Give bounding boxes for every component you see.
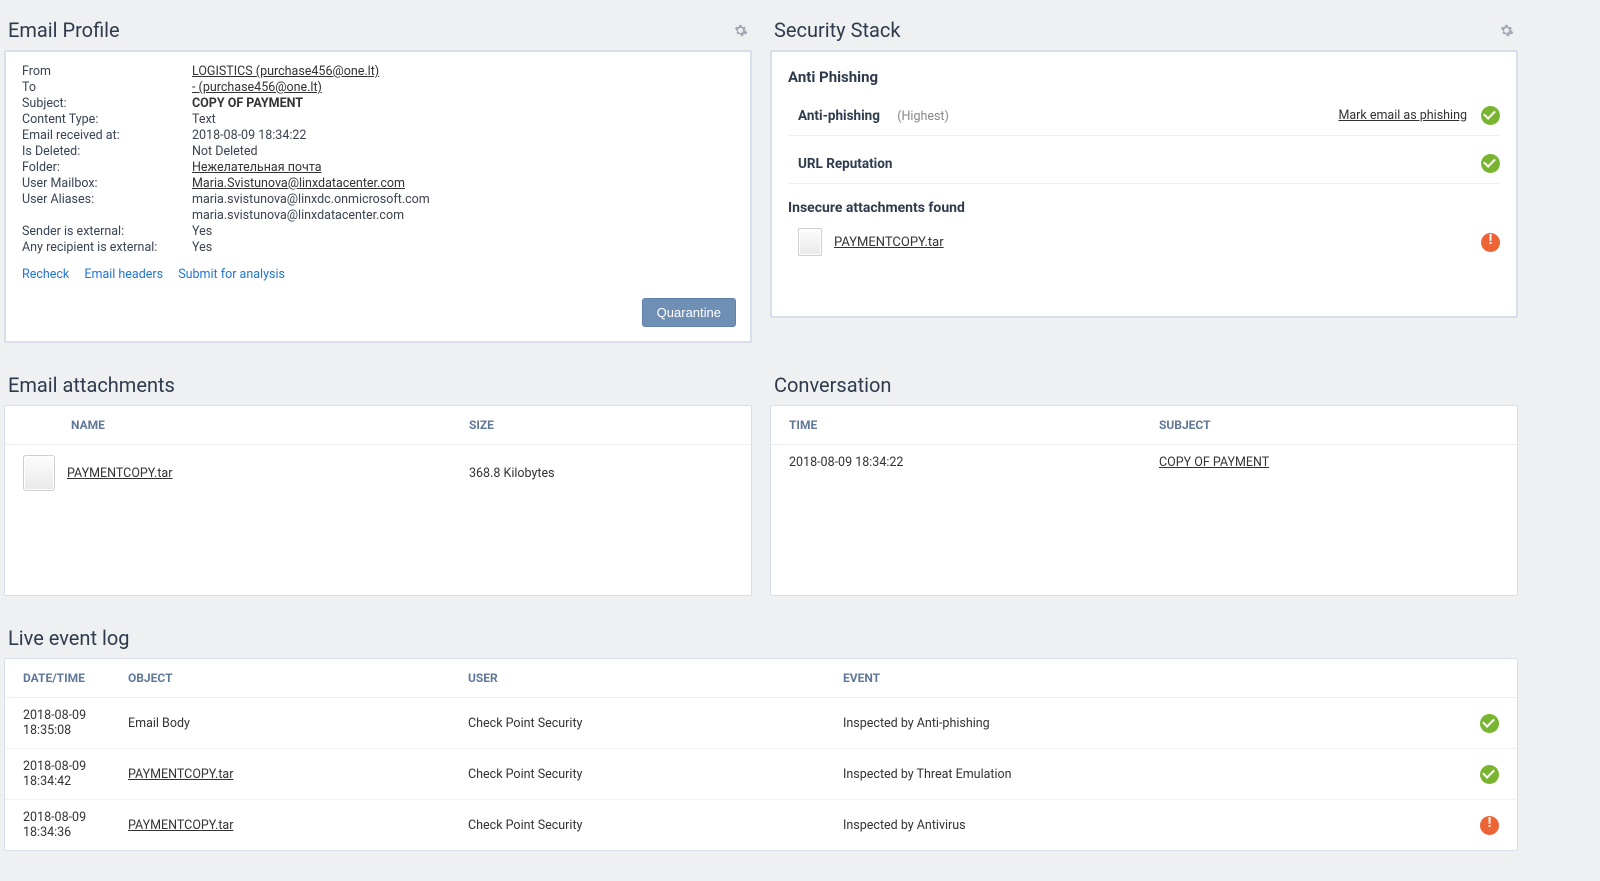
log-header-user: USER	[468, 671, 843, 685]
warning-icon	[1480, 816, 1499, 835]
to-label: To	[22, 80, 192, 95]
antiphishing-heading: Anti Phishing	[788, 68, 1500, 86]
log-header-object: OBJECT	[128, 671, 468, 685]
log-time: 18:34:42	[23, 774, 128, 789]
quarantine-button[interactable]: Quarantine	[642, 298, 736, 327]
log-date: 2018-08-09	[23, 759, 128, 774]
check-icon	[1481, 154, 1500, 173]
recip-ext-label: Any recipient is external:	[22, 240, 192, 255]
log-event: Inspected by Anti-phishing	[843, 716, 1459, 731]
recheck-link[interactable]: Recheck	[22, 267, 69, 282]
mark-phishing-link[interactable]: Mark email as phishing	[1338, 108, 1467, 123]
insecure-file-link[interactable]: PAYMENTCOPY.tar	[834, 235, 944, 250]
conversation-header-time: TIME	[789, 418, 1159, 432]
content-type-value: Text	[192, 112, 734, 127]
section-title-attachments: Email attachments	[8, 373, 175, 397]
file-icon	[23, 455, 55, 491]
log-object-link[interactable]: PAYMENTCOPY.tar	[128, 767, 233, 782]
mailbox-label: User Mailbox:	[22, 176, 192, 191]
email-headers-link[interactable]: Email headers	[84, 267, 163, 282]
section-title-security-stack: Security Stack	[774, 18, 900, 42]
log-date: 2018-08-09	[23, 810, 128, 825]
deleted-label: Is Deleted:	[22, 144, 192, 159]
deleted-value: Not Deleted	[192, 144, 734, 159]
attachments-header-size: SIZE	[469, 418, 733, 432]
subject-label: Subject:	[22, 96, 192, 111]
log-time: 18:34:36	[23, 825, 128, 840]
alias-value-1: maria.svistunova@linxdc.onmicrosoft.com	[192, 192, 734, 207]
received-value: 2018-08-09 18:34:22	[192, 128, 734, 143]
received-label: Email received at:	[22, 128, 192, 143]
security-stack-card: Anti Phishing Anti-phishing (Highest) Ma…	[770, 50, 1518, 318]
log-date: 2018-08-09	[23, 708, 128, 723]
log-row: 2018-08-09 18:34:42 PAYMENTCOPY.tar Chec…	[5, 749, 1517, 800]
alias-value-2: maria.svistunova@linxdatacenter.com	[192, 208, 734, 223]
folder-label: Folder:	[22, 160, 192, 175]
check-icon	[1481, 106, 1500, 125]
to-value[interactable]: - (purchase456@one.lt)	[192, 80, 322, 95]
submit-analysis-link[interactable]: Submit for analysis	[178, 267, 285, 282]
antiphishing-name: Anti-phishing	[798, 108, 880, 124]
check-icon	[1480, 714, 1499, 733]
folder-value[interactable]: Нежелательная почта	[192, 160, 322, 175]
log-header-event: EVENT	[843, 671, 1459, 685]
warning-icon	[1481, 233, 1500, 252]
sender-ext-label: Sender is external:	[22, 224, 192, 239]
log-object-link[interactable]: PAYMENTCOPY.tar	[128, 818, 233, 833]
log-user: Check Point Security	[468, 767, 843, 782]
section-title-event-log: Live event log	[8, 626, 129, 650]
gear-icon[interactable]	[1499, 23, 1514, 38]
alias-label: User Aliases:	[22, 192, 192, 207]
log-time: 18:35:08	[23, 723, 128, 738]
attachment-size: 368.8 Kilobytes	[469, 466, 733, 481]
from-value[interactable]: LOGISTICS (purchase456@one.lt)	[192, 64, 379, 79]
url-reputation-name: URL Reputation	[798, 156, 892, 172]
log-row: 2018-08-09 18:35:08 Email Body Check Poi…	[5, 698, 1517, 749]
section-title-email-profile: Email Profile	[8, 18, 120, 42]
section-title-conversation: Conversation	[774, 373, 891, 397]
conversation-time: 2018-08-09 18:34:22	[789, 455, 1159, 470]
check-icon	[1480, 765, 1499, 784]
gear-icon[interactable]	[733, 23, 748, 38]
attachments-card: NAME SIZE PAYMENTCOPY.tar 368.8 Kilobyte…	[4, 405, 752, 596]
file-icon	[798, 228, 822, 256]
recip-ext-value: Yes	[192, 240, 734, 255]
mailbox-value[interactable]: Maria.Svistunova@linxdatacenter.com	[192, 176, 405, 191]
log-user: Check Point Security	[468, 818, 843, 833]
attachment-name-link[interactable]: PAYMENTCOPY.tar	[67, 466, 172, 481]
log-row: 2018-08-09 18:34:36 PAYMENTCOPY.tar Chec…	[5, 800, 1517, 850]
sender-ext-value: Yes	[192, 224, 734, 239]
log-user: Check Point Security	[468, 716, 843, 731]
log-event: Inspected by Antivirus	[843, 818, 1459, 833]
antiphishing-level: (Highest)	[897, 109, 949, 124]
content-type-label: Content Type:	[22, 112, 192, 127]
from-label: From	[22, 64, 192, 79]
attachments-header-name: NAME	[23, 418, 409, 432]
conversation-row[interactable]: 2018-08-09 18:34:22 COPY OF PAYMENT	[771, 445, 1517, 480]
event-log-card: DATE/TIME OBJECT USER EVENT 2018-08-09 1…	[4, 658, 1518, 851]
conversation-header-subject: SUBJECT	[1159, 418, 1499, 432]
conversation-card: TIME SUBJECT 2018-08-09 18:34:22 COPY OF…	[770, 405, 1518, 596]
insecure-attachments-heading: Insecure attachments found	[788, 200, 1500, 216]
log-object: Email Body	[128, 716, 468, 731]
subject-value: COPY OF PAYMENT	[192, 96, 734, 111]
log-header-datetime: DATE/TIME	[23, 671, 128, 685]
email-profile-card: From LOGISTICS (purchase456@one.lt) To -…	[4, 50, 752, 343]
attachment-row: PAYMENTCOPY.tar 368.8 Kilobytes	[5, 445, 751, 501]
conversation-subject-link[interactable]: COPY OF PAYMENT	[1159, 455, 1269, 470]
log-event: Inspected by Threat Emulation	[843, 767, 1459, 782]
